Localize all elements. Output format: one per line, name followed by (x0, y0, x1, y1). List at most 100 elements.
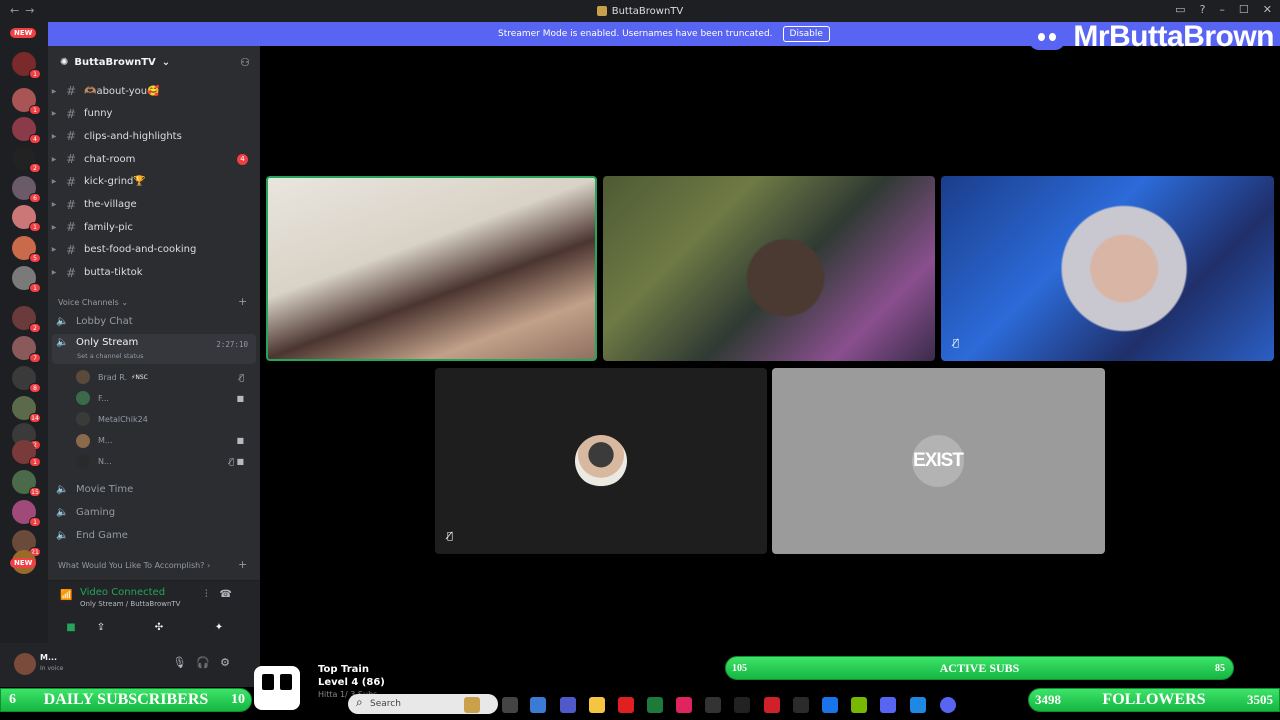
server-icon[interactable]: 1 (12, 205, 41, 232)
disconnect-icon[interactable]: ☎ (220, 589, 244, 600)
voice-member[interactable]: MetalChik24 (76, 409, 256, 429)
server-icon[interactable]: 7 (12, 336, 41, 363)
teams-icon[interactable] (560, 697, 576, 713)
collapse-arrow-icon[interactable]: ▶ (48, 156, 60, 163)
activities-button[interactable]: ✣ (136, 619, 182, 637)
video-tile-1[interactable] (266, 176, 597, 361)
mention-badge: 1 (29, 457, 41, 467)
task-view-icon[interactable] (502, 697, 518, 713)
voice-member[interactable]: N... 🎙̸ ■ (76, 452, 256, 472)
tiktok-icon[interactable] (676, 697, 692, 713)
video-tile-4[interactable]: 🎙̸ (435, 368, 767, 554)
collapse-arrow-icon[interactable]: ▶ (48, 224, 60, 231)
close-button[interactable]: ✕ (1263, 3, 1272, 16)
text-channel-item[interactable]: ▶ # the-village (48, 194, 260, 216)
discord-taskbar-icon[interactable] (940, 697, 956, 713)
accomplish-category[interactable]: What Would You Like To Accomplish? › + (58, 558, 247, 571)
text-channel-item[interactable]: ▶ # 🫶🏽about-you🥰 (48, 80, 260, 102)
server-icon[interactable]: 2 (12, 306, 41, 333)
screen-share-button[interactable]: ⇪ (78, 619, 124, 637)
voice-channel-movie-time[interactable]: 🔈 Movie Time (52, 478, 256, 500)
voice-member[interactable]: Brad R. ⚡NSC 🎙̸ (76, 367, 256, 387)
video-tile-5[interactable]: EXIST (772, 368, 1105, 554)
minimize-button[interactable]: – (1219, 3, 1225, 16)
server-icon[interactable]: 4 (12, 117, 41, 144)
text-channel-item[interactable]: ▶ # funny (48, 103, 260, 125)
voice-category[interactable]: Voice Channels ⌄ + (58, 295, 247, 308)
add-channel-icon[interactable]: + (238, 295, 247, 308)
collapse-arrow-icon[interactable]: ▶ (48, 269, 60, 276)
member-avatar (76, 412, 90, 427)
inbox-icon[interactable]: ▭ (1175, 3, 1185, 16)
server-icon[interactable]: 1 (12, 266, 41, 293)
text-channel-item[interactable]: ▶ # kick-grind🏆 (48, 171, 260, 193)
collapse-arrow-icon[interactable]: ▶ (48, 110, 60, 117)
user-panel: M... In voice 🎙🎧⚙ (0, 643, 260, 687)
voice-channel-only-stream[interactable]: 🔈 Only Stream Set a channel status 2:27:… (52, 334, 256, 364)
server-header[interactable]: ✺ ButtaBrownTV ⌄ ⚇ (48, 46, 260, 78)
headphones-icon[interactable]: 🎧 (196, 656, 220, 669)
nvidia-icon[interactable] (851, 697, 867, 713)
server-icon[interactable]: 15 (12, 470, 41, 497)
back-forward-icons[interactable]: ←→ (10, 4, 40, 17)
app-icon-black[interactable] (734, 697, 750, 713)
voice-member[interactable]: M... ■ (76, 431, 256, 451)
add-channel-icon[interactable]: + (238, 558, 247, 571)
signal-icon[interactable]: 📶 (60, 590, 72, 601)
voice-connection-panel: 📶 Video Connected Only Stream / ButtaBro… (48, 580, 260, 643)
collapse-arrow-icon[interactable]: ▶ (48, 201, 60, 208)
voice-channel-end-game[interactable]: 🔈 End Game (52, 524, 256, 546)
server-icon[interactable]: 8 (12, 366, 41, 393)
mention-badge: 4 (29, 134, 41, 144)
voice-member[interactable]: F... ■ (76, 388, 256, 408)
channel-status-hint[interactable]: Set a channel status (77, 352, 144, 360)
invite-people-icon[interactable]: ⚇ (240, 56, 250, 69)
text-channel-item[interactable]: ▶ # butta-tiktok (48, 262, 260, 284)
browser-icon[interactable] (910, 697, 926, 713)
voice-channel-gaming[interactable]: 🔈 Gaming (52, 501, 256, 523)
copilot-icon[interactable] (530, 697, 546, 713)
soundboard-button[interactable]: ✦ (196, 619, 242, 637)
text-channel-item[interactable]: ▶ # best-food-and-cooking (48, 239, 260, 261)
server-icon[interactable]: 6 (12, 176, 41, 203)
voice-channel-lobby[interactable]: 🔈 Lobby Chat (52, 310, 256, 332)
obs-icon[interactable] (705, 697, 721, 713)
server-icon[interactable]: 1 (12, 440, 41, 467)
collapse-arrow-icon[interactable]: ▶ (48, 133, 60, 140)
capcut-icon[interactable] (793, 697, 809, 713)
noise-suppression-icon[interactable]: ⫶ (205, 589, 220, 600)
widget-icon[interactable] (464, 697, 480, 713)
video-tile-2[interactable] (603, 176, 935, 361)
voice-status-title[interactable]: Video Connected (80, 587, 165, 598)
server-icon[interactable]: 5 (12, 236, 41, 263)
collapse-arrow-icon[interactable]: ▶ (48, 178, 60, 185)
text-channel-item[interactable]: ▶ # clips-and-highlights (48, 125, 260, 147)
user-name[interactable]: M... (40, 653, 57, 662)
server-icon[interactable]: 1 (12, 88, 41, 115)
daily-subscribers-bar: 6 DAILY SUBSCRIBERS 10 (0, 688, 252, 712)
youtube-icon[interactable] (618, 697, 634, 713)
settings-gear-icon[interactable]: ⚙ (220, 656, 240, 669)
user-avatar[interactable] (14, 653, 36, 675)
file-explorer-icon[interactable] (589, 697, 605, 713)
text-channel-item[interactable]: ▶ # family-pic (48, 216, 260, 238)
disable-button[interactable]: Disable (782, 26, 830, 42)
server-icon[interactable]: 1 (12, 500, 41, 527)
edge-icon[interactable] (822, 697, 838, 713)
collapse-arrow-icon[interactable]: ▶ (48, 88, 60, 95)
chevron-down-icon: ⌄ (161, 56, 171, 68)
video-tile-3[interactable]: 🎙̸ (941, 176, 1274, 361)
mic-icon[interactable]: 🎙 (172, 656, 196, 669)
text-channel-item[interactable]: ▶ # chat-room 4 (48, 148, 260, 170)
server-icon[interactable]: 2 (12, 146, 41, 173)
opera-icon[interactable] (764, 697, 780, 713)
server-icon[interactable]: 1 (12, 52, 41, 79)
help-icon[interactable]: ? (1200, 3, 1206, 16)
grid-app-icon[interactable] (880, 697, 896, 713)
collapse-arrow-icon[interactable]: ▶ (48, 246, 60, 253)
voice-status-sub[interactable]: Only Stream / ButtaBrownTV (80, 600, 180, 608)
maximize-button[interactable]: ☐ (1239, 3, 1249, 16)
server-icon[interactable]: 14 (12, 396, 41, 423)
mention-badge: 1 (29, 105, 41, 115)
excel-icon[interactable] (647, 697, 663, 713)
